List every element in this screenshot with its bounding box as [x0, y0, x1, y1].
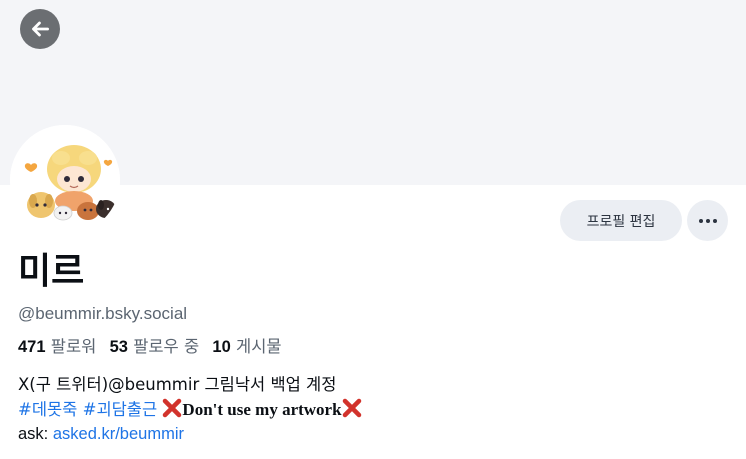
more-options-button[interactable] [687, 200, 728, 241]
following-count: 53 [109, 338, 128, 356]
hashtag-link[interactable]: #괴담출근 [83, 400, 158, 419]
bio-line-3: ask: asked.kr/beummir [18, 422, 718, 447]
artwork-warning: Don't use my artwork [182, 400, 342, 419]
avatar-illustration [10, 125, 120, 235]
display-name: 미르 [18, 251, 85, 292]
cross-mark-icon [163, 398, 182, 418]
followers-stat[interactable]: 471 팔로워 [18, 337, 96, 356]
posts-label: 게시물 [236, 337, 282, 356]
bio-line-1: X(구 트위터)@beummir 그림낙서 백업 계정 [18, 375, 337, 394]
arrow-left-icon [32, 21, 49, 37]
profile-handle: @beummir.bsky.social [18, 304, 188, 323]
edit-profile-button[interactable]: 프로필 편집 [560, 200, 682, 241]
ask-label: ask: [18, 425, 53, 443]
posts-stat: 10 게시물 [212, 337, 281, 356]
profile-bio: X(구 트위터)@beummir 그림낙서 백업 계정 #데못죽 #괴담출근 D… [18, 372, 718, 447]
followers-label: 팔로워 [50, 337, 97, 356]
profile-stats: 471 팔로워 53 팔로우 중 10 게시물 [18, 333, 290, 357]
back-button[interactable] [20, 9, 60, 49]
posts-count: 10 [212, 338, 231, 356]
ellipsis-icon [698, 218, 717, 223]
bio-line-2: #데못죽 #괴담출근 Don't use my artwork [18, 397, 718, 422]
cross-mark-icon [342, 398, 361, 418]
avatar[interactable] [10, 125, 120, 235]
hashtag-link[interactable]: #데못죽 [18, 400, 77, 419]
followers-count: 471 [18, 338, 46, 356]
ask-link[interactable]: asked.kr/beummir [53, 425, 184, 443]
following-stat[interactable]: 53 팔로우 중 [110, 337, 200, 356]
following-label: 팔로우 중 [133, 337, 200, 356]
